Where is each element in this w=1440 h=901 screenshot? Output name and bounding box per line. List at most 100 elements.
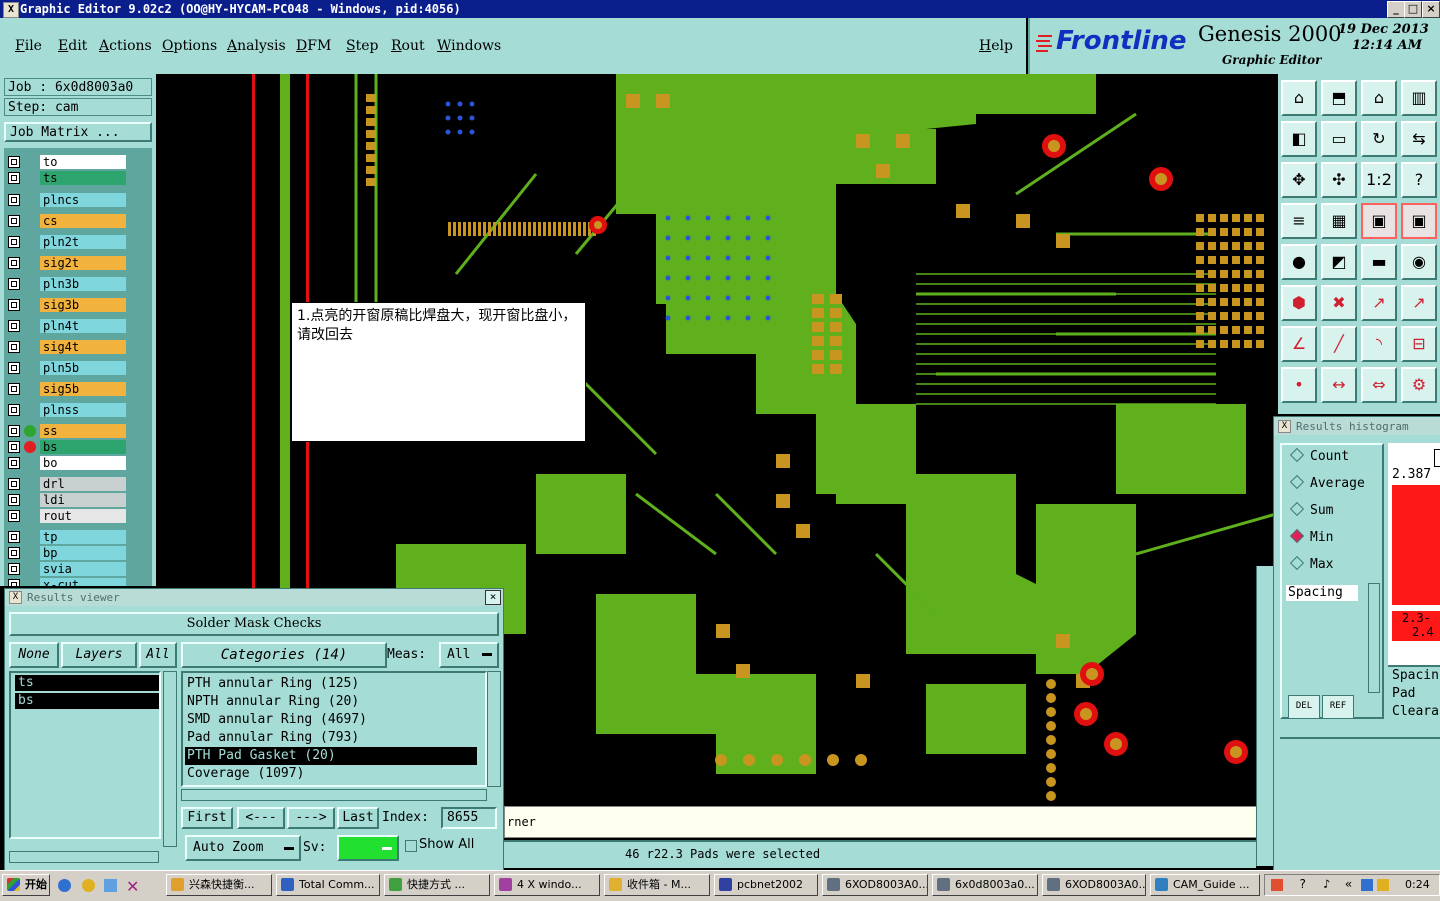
- circle-icon[interactable]: ◉: [1401, 244, 1437, 280]
- menu-options[interactable]: Options: [162, 38, 217, 54]
- none-button[interactable]: None: [9, 642, 59, 668]
- layer-row-sig3b[interactable]: sig3b: [4, 297, 128, 314]
- layer-checkbox[interactable]: [8, 257, 20, 269]
- layer-name[interactable]: drl: [40, 477, 126, 491]
- show-all-checkbox[interactable]: [405, 840, 417, 852]
- measure-icon[interactable]: ↔: [1321, 367, 1357, 403]
- refresh-icon[interactable]: ⇆: [1401, 121, 1437, 157]
- layer-checkbox[interactable]: [8, 236, 20, 248]
- x-icon[interactable]: ✕: [126, 877, 139, 896]
- redraw-icon[interactable]: ↻: [1361, 121, 1397, 157]
- del-button[interactable]: DEL: [1288, 695, 1320, 719]
- category-item[interactable]: PTH annular Ring (125): [185, 675, 477, 693]
- option-sum[interactable]: Sum: [1289, 501, 1402, 518]
- layer-row-pln5b[interactable]: pln5b: [4, 360, 128, 377]
- angle-icon[interactable]: ∠: [1281, 326, 1317, 362]
- menu-step[interactable]: Step: [346, 38, 378, 54]
- layer-checkbox[interactable]: [8, 383, 20, 395]
- layer-row-plnss[interactable]: plnss: [4, 402, 128, 419]
- layer-list-scrollbar[interactable]: [128, 148, 152, 586]
- close-icon[interactable]: ×: [485, 590, 501, 605]
- layer-checkbox[interactable]: [8, 441, 20, 453]
- pad-icon[interactable]: ●: [1281, 244, 1317, 280]
- measure2-icon[interactable]: ⇔: [1361, 367, 1397, 403]
- categories-scrollbar[interactable]: [487, 671, 501, 787]
- layer-name[interactable]: rout: [40, 509, 126, 523]
- taskbar-item[interactable]: 兴森快捷衡...: [166, 874, 272, 896]
- menu-help[interactable]: Help: [979, 38, 1013, 54]
- tray-icon[interactable]: [1271, 879, 1283, 891]
- ruler-icon[interactable]: ▬: [1361, 244, 1397, 280]
- help-icon[interactable]: ?: [1299, 877, 1306, 891]
- menu-dfm[interactable]: DFM: [296, 38, 331, 54]
- graph-icon[interactable]: ⚙: [1401, 367, 1437, 403]
- measure-scrollbar[interactable]: [1368, 583, 1380, 693]
- layer-name[interactable]: ldi: [40, 493, 126, 507]
- layer-name[interactable]: cs: [40, 214, 126, 228]
- histogram-range[interactable]: 2.3- 2.4: [1392, 611, 1440, 641]
- first-button[interactable]: First: [181, 807, 233, 829]
- center-icon[interactable]: ✥: [1281, 162, 1317, 198]
- categories-list[interactable]: PTH annular Ring (125) NPTH annular Ring …: [181, 671, 487, 787]
- layer-checkbox[interactable]: [8, 494, 20, 506]
- categories-button[interactable]: Categories (14): [181, 642, 387, 668]
- layer-checkbox[interactable]: [8, 156, 20, 168]
- menu-rout[interactable]: Rout: [391, 38, 425, 54]
- route-icon[interactable]: ↗: [1361, 285, 1397, 321]
- prev-button[interactable]: <---: [237, 807, 285, 829]
- results-viewer-titlebar[interactable]: X Results viewer ×: [5, 589, 503, 606]
- point-icon[interactable]: •: [1281, 367, 1317, 403]
- layer-name[interactable]: pln2t: [40, 235, 126, 249]
- option-average[interactable]: Average: [1289, 474, 1402, 491]
- layer-row-sig5b[interactable]: sig5b: [4, 381, 128, 398]
- job-matrix-button[interactable]: Job Matrix ...: [4, 122, 152, 142]
- layers-list-hscrollbar[interactable]: [9, 851, 159, 863]
- option-max[interactable]: Max: [1289, 555, 1402, 572]
- layer-row-cs[interactable]: cs: [4, 213, 128, 230]
- category-item[interactable]: Pad annular Ring (793): [185, 729, 477, 747]
- layer-checkbox[interactable]: [8, 404, 20, 416]
- layer-name[interactable]: plncs: [40, 193, 126, 207]
- line-icon[interactable]: ╱: [1321, 326, 1357, 362]
- category-item[interactable]: PTH Pad Gasket (20): [185, 747, 477, 765]
- taskbar-item[interactable]: 6x0d8003a0...: [932, 874, 1038, 896]
- layer-result-ts[interactable]: ts: [15, 675, 159, 691]
- ref-button[interactable]: REF: [1322, 695, 1354, 719]
- layer-checkbox[interactable]: [8, 579, 20, 586]
- menu-analysis[interactable]: Analysis: [227, 38, 286, 54]
- categories-hscrollbar[interactable]: [181, 789, 487, 801]
- home-icon[interactable]: ⌂: [1281, 80, 1317, 116]
- all-layers-button[interactable]: All: [139, 642, 177, 668]
- option-min[interactable]: Min: [1289, 528, 1402, 545]
- connect-icon[interactable]: ⬢: [1281, 285, 1317, 321]
- layers-button[interactable]: Layers: [61, 642, 137, 668]
- help-icon[interactable]: ?: [1401, 162, 1437, 198]
- expand-tray-icon[interactable]: «: [1345, 877, 1352, 891]
- move-icon[interactable]: ✣: [1321, 162, 1357, 198]
- layer-row-ss[interactable]: ss: [4, 423, 128, 440]
- measure-item-spacing[interactable]: Spacing: [1286, 585, 1358, 601]
- menu-windows[interactable]: Windows: [437, 38, 501, 54]
- layer-row-pln2t[interactable]: pln2t: [4, 234, 128, 251]
- layer-checkbox[interactable]: [8, 563, 20, 575]
- zoom-out-icon[interactable]: ⌂: [1361, 80, 1397, 116]
- route2-icon[interactable]: ↗: [1401, 285, 1437, 321]
- layer-name[interactable]: sig5b: [40, 382, 126, 396]
- layer-name[interactable]: pln3b: [40, 277, 126, 291]
- layer-row-x-cut[interactable]: x-cut: [4, 577, 128, 586]
- next-button[interactable]: --->: [287, 807, 335, 829]
- taskbar-item[interactable]: 6XOD8003A0...: [1042, 874, 1146, 896]
- snap-icon[interactable]: ⊟: [1401, 326, 1437, 362]
- layer-name[interactable]: ss: [40, 424, 126, 438]
- layer-row-sig2t[interactable]: sig2t: [4, 255, 128, 272]
- layers-red-icon[interactable]: ▣: [1401, 203, 1437, 239]
- meas-dropdown[interactable]: All: [439, 642, 499, 668]
- category-item[interactable]: Coverage (1097): [185, 765, 477, 783]
- layer-row-pln3b[interactable]: pln3b: [4, 276, 128, 293]
- taskbar-item[interactable]: 4 X windo...: [494, 874, 600, 896]
- ratio-icon[interactable]: 1:2: [1361, 162, 1397, 198]
- layer-name[interactable]: pln4t: [40, 319, 126, 333]
- layer-row-bp[interactable]: bp: [4, 545, 128, 562]
- layer-checkbox[interactable]: [8, 457, 20, 469]
- menu-edit[interactable]: Edit: [58, 38, 87, 54]
